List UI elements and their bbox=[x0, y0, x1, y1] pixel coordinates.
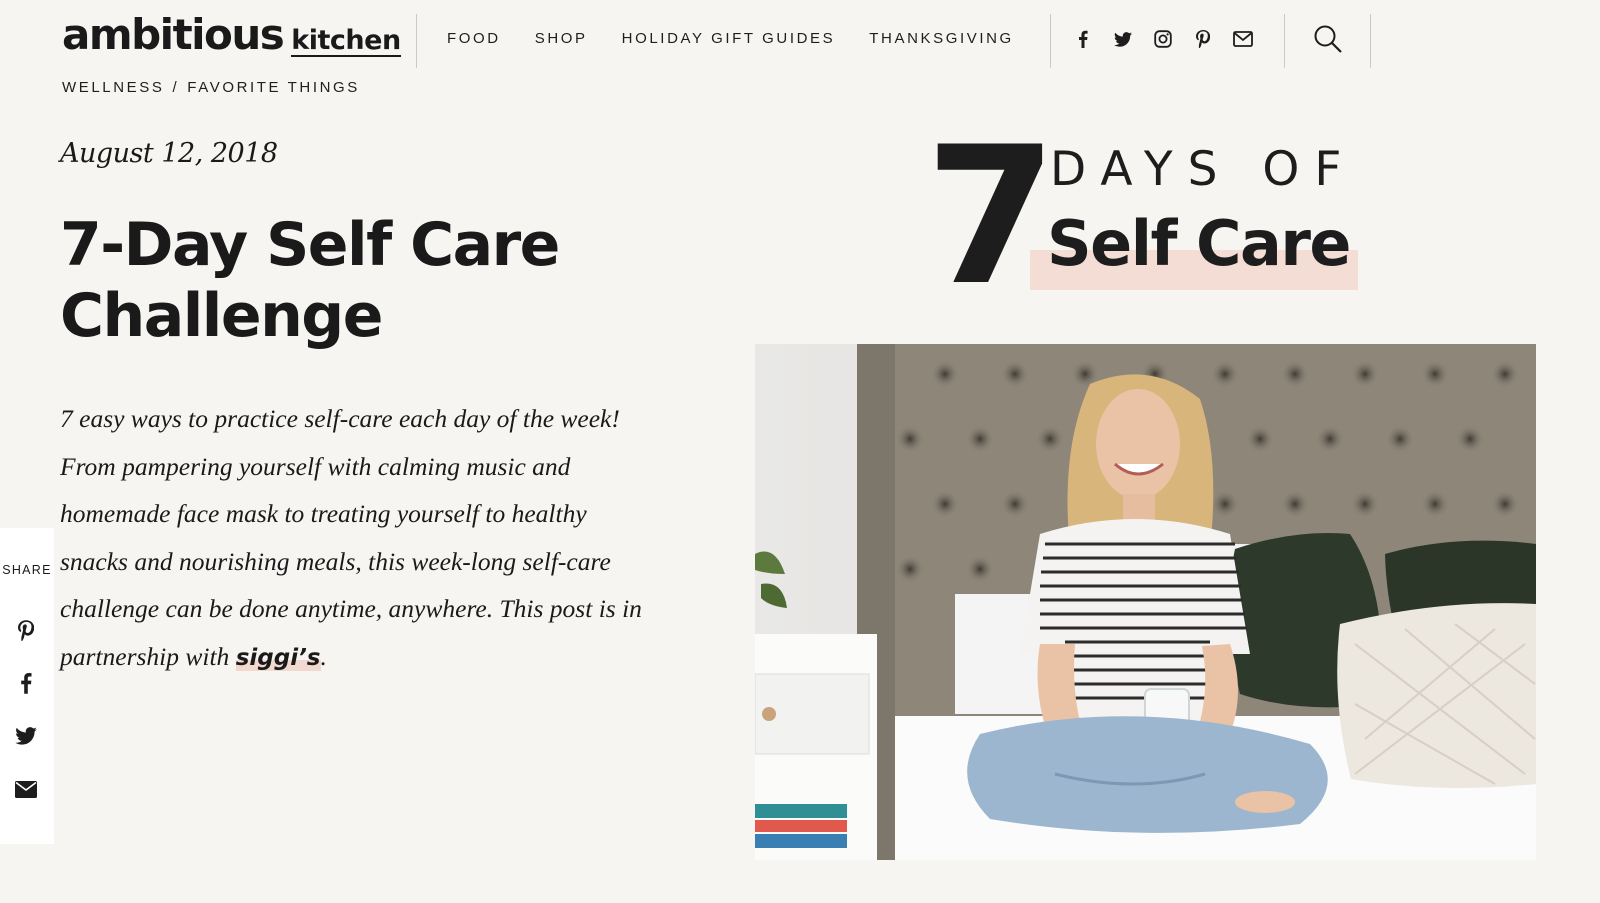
twitter-icon[interactable] bbox=[1112, 28, 1134, 50]
site-logo[interactable]: ambitious kitchen bbox=[62, 10, 401, 59]
pinterest-icon[interactable] bbox=[1192, 28, 1214, 50]
breadcrumb-separator: / bbox=[172, 79, 180, 96]
hero-photo bbox=[755, 344, 1536, 860]
hero-self-care: Self Care bbox=[1047, 207, 1351, 280]
breadcrumb-item-favorite-things[interactable]: FAVORITE THINGS bbox=[187, 79, 360, 96]
site-header: ambitious kitchen FOOD SHOP HOLIDAY GIFT… bbox=[0, 0, 1600, 80]
main-nav: FOOD SHOP HOLIDAY GIFT GUIDES THANKSGIVI… bbox=[447, 30, 1014, 47]
pinterest-icon[interactable] bbox=[13, 617, 39, 643]
breadcrumb: WELLNESS / FAVORITE THINGS bbox=[62, 79, 360, 96]
email-icon[interactable] bbox=[1232, 28, 1254, 50]
post-title-line: 7-Day Self Care bbox=[60, 210, 560, 280]
nav-item-thanksgiving[interactable]: THANKSGIVING bbox=[869, 30, 1014, 47]
header-divider bbox=[1370, 14, 1371, 68]
post-date: August 12, 2018 bbox=[60, 138, 278, 169]
twitter-icon[interactable] bbox=[13, 723, 39, 749]
share-bar: SHARE bbox=[0, 528, 54, 844]
post-intro-text: 7 easy ways to practice self-care each d… bbox=[60, 404, 642, 671]
header-divider bbox=[1284, 14, 1285, 68]
nav-item-shop[interactable]: SHOP bbox=[535, 30, 588, 47]
nav-item-holiday-gift-guides[interactable]: HOLIDAY GIFT GUIDES bbox=[622, 30, 836, 47]
post-intro-end: . bbox=[320, 641, 327, 671]
facebook-icon[interactable] bbox=[13, 670, 39, 696]
email-icon[interactable] bbox=[13, 776, 39, 802]
search-icon[interactable] bbox=[1311, 22, 1345, 56]
social-links bbox=[1072, 28, 1254, 50]
nav-item-food[interactable]: FOOD bbox=[447, 30, 501, 47]
partner-brand-link[interactable]: siggi’s bbox=[235, 644, 321, 671]
facebook-icon[interactable] bbox=[1072, 28, 1094, 50]
breadcrumb-item-wellness[interactable]: WELLNESS bbox=[62, 79, 165, 96]
logo-sub-text: kitchen bbox=[291, 25, 401, 58]
share-label: SHARE bbox=[2, 563, 52, 577]
post-title-line: Challenge bbox=[60, 281, 383, 351]
header-divider bbox=[416, 14, 417, 68]
hero-photo-illustration bbox=[755, 344, 1536, 860]
hero-days-of: DAYS OF bbox=[1050, 142, 1357, 197]
instagram-icon[interactable] bbox=[1152, 28, 1174, 50]
post-title: 7-Day Self Care Challenge bbox=[60, 210, 680, 352]
post-intro: 7 easy ways to practice self-care each d… bbox=[60, 395, 660, 682]
header-divider bbox=[1050, 14, 1051, 68]
logo-main-text: ambitious bbox=[62, 10, 285, 59]
